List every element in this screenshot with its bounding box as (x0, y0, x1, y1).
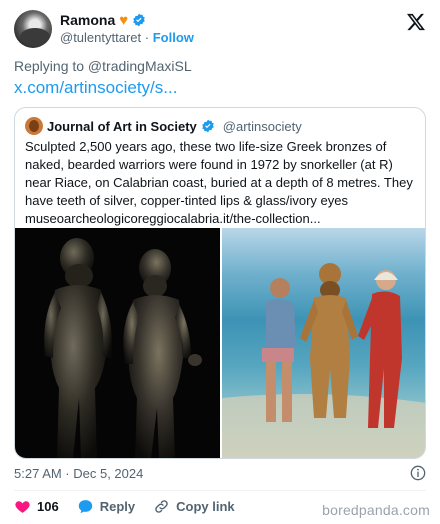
beach-photo-image[interactable] (222, 228, 425, 458)
tweet-actions: 106 Reply Copy link (14, 498, 253, 515)
like-button[interactable]: 106 (14, 498, 59, 515)
divider (14, 490, 426, 491)
reply-label: Reply (99, 499, 136, 514)
author-name[interactable]: Ramona (60, 12, 115, 28)
tweet-timestamp[interactable]: 5:27 AM · Dec 5, 2024 (14, 466, 143, 481)
author-avatar[interactable] (14, 10, 52, 48)
orange-heart-icon: ♥ (119, 11, 129, 29)
bronze-statues-image[interactable] (15, 228, 220, 458)
author-handle[interactable]: @tulentyttaret (60, 30, 141, 45)
verified-badge-icon (133, 13, 145, 27)
bronze-statues-illustration (44, 238, 202, 458)
quoted-author-name[interactable]: Journal of Art in Society (47, 119, 197, 134)
watermark: boredpanda.com (322, 502, 430, 518)
tweet-link[interactable]: x.com/artinsociety/s... (14, 78, 177, 98)
quoted-author-handle[interactable]: @artinsociety (223, 119, 302, 134)
author-handle-row: @tulentyttaret · Follow (60, 30, 194, 45)
follow-button[interactable]: Follow (153, 30, 194, 45)
separator-dot: · (144, 30, 150, 45)
link-icon (155, 500, 168, 513)
heart-icon (15, 501, 30, 513)
x-logo-icon[interactable] (406, 12, 426, 32)
quoted-tweet-text: Sculpted 2,500 years ago, these two life… (25, 139, 413, 226)
info-icon[interactable] (410, 465, 426, 481)
quoted-author-avatar[interactable] (25, 117, 43, 135)
reply-icon (78, 500, 92, 514)
quoted-verified-badge-icon (201, 119, 214, 133)
beach-photo-illustration (222, 263, 425, 458)
author-name-row: Ramona ♥ (60, 12, 146, 28)
replying-to: Replying to @tradingMaxiSL (14, 58, 192, 74)
copy-link-label: Copy link (176, 499, 235, 514)
tweet-header: Ramona ♥ @tulentyttaret · Follow (14, 10, 426, 50)
like-count: 106 (37, 499, 59, 514)
copy-link-button[interactable]: Copy link (153, 498, 235, 515)
quoted-tweet-card[interactable]: Journal of Art in Society @artinsociety … (14, 107, 426, 459)
reply-button[interactable]: Reply (77, 498, 135, 515)
quoted-tweet-header: Journal of Art in Society @artinsociety (25, 117, 302, 135)
